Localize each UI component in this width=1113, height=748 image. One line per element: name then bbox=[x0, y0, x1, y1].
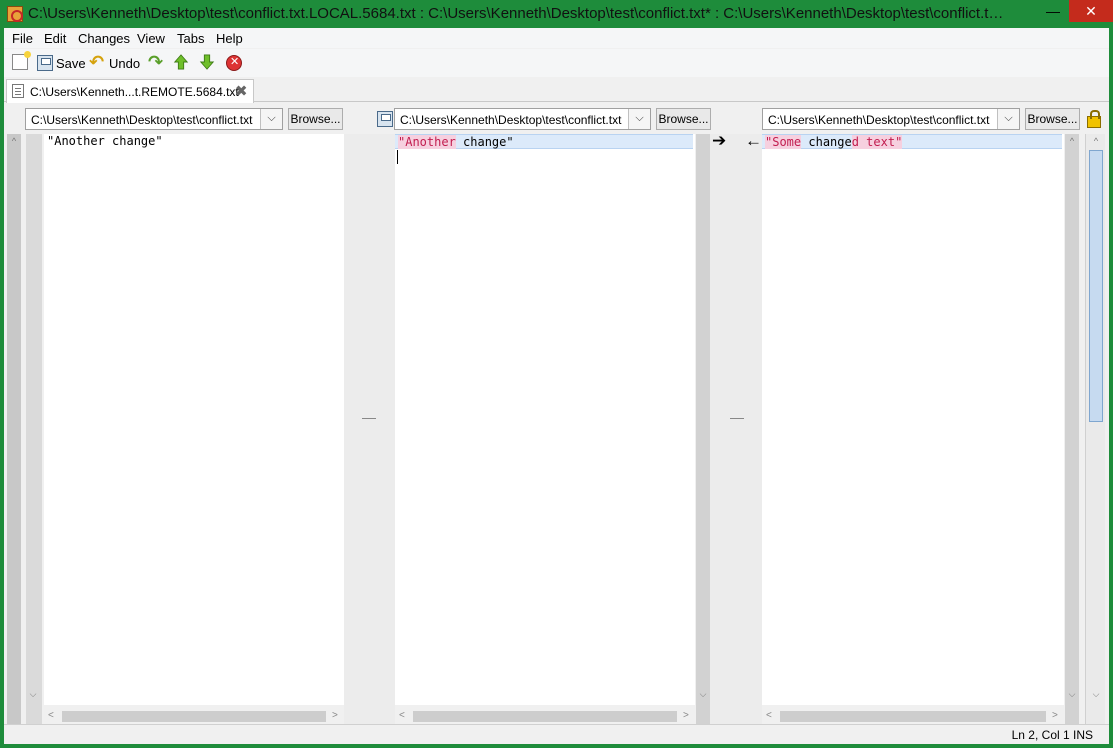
menu-tabs[interactable]: Tabs bbox=[177, 31, 204, 46]
push-left-arrow-icon[interactable]: ← bbox=[745, 132, 762, 150]
toolbar: Save ↶ Undo ↷ bbox=[4, 49, 1109, 77]
right-line-1: "Some changed text" bbox=[762, 134, 1062, 149]
menu-edit[interactable]: Edit bbox=[44, 31, 66, 46]
middle-change-map bbox=[696, 134, 710, 724]
right-editor[interactable]: "Some changed text" bbox=[762, 134, 1064, 705]
app-window: C:\Users\Kenneth\Desktop\test\conflict.t… bbox=[0, 0, 1113, 748]
chevron-left-icon[interactable]: < bbox=[766, 708, 772, 724]
tab-remote[interactable]: C:\Users\Kenneth...t.REMOTE.5684.txt ✖ bbox=[6, 79, 254, 103]
right-link-map bbox=[710, 134, 762, 724]
right-link-marker bbox=[730, 418, 744, 419]
window-title: C:\Users\Kenneth\Desktop\test\conflict.t… bbox=[28, 5, 1008, 22]
chevron-right-icon[interactable]: > bbox=[332, 708, 338, 724]
client-area: File Edit Changes View Tabs Help Save ↶ … bbox=[4, 28, 1109, 744]
right-path-text: C:\Users\Kenneth\Desktop\test\conflict.t… bbox=[768, 113, 990, 127]
chevron-down-icon[interactable]: ⌵ bbox=[696, 687, 710, 701]
lock-icon[interactable] bbox=[1087, 110, 1101, 128]
main-vscroll-thumb[interactable] bbox=[1089, 150, 1103, 422]
right-path-combo[interactable]: C:\Users\Kenneth\Desktop\test\conflict.t… bbox=[762, 108, 1020, 130]
right-browse-button[interactable]: Browse... bbox=[1025, 108, 1080, 130]
left-change-map bbox=[26, 134, 42, 724]
chevron-right-icon[interactable]: > bbox=[683, 708, 689, 724]
minimize-button[interactable]: — bbox=[1038, 0, 1068, 22]
status-bar: Ln 2, Col 1 INS bbox=[4, 724, 1109, 744]
menu-file[interactable]: File bbox=[12, 31, 33, 46]
document-icon bbox=[12, 84, 24, 98]
menu-bar: File Edit Changes View Tabs Help bbox=[4, 28, 1109, 48]
chevron-down-icon[interactable]: ⌵ bbox=[260, 109, 282, 129]
middle-path-text: C:\Users\Kenneth\Desktop\test\conflict.t… bbox=[400, 113, 622, 127]
left-path-combo[interactable]: C:\Users\Kenneth\Desktop\test\conflict.t… bbox=[25, 108, 283, 130]
left-browse-button[interactable]: Browse... bbox=[288, 108, 343, 130]
chevron-up-icon[interactable]: ^ bbox=[7, 134, 21, 148]
tab-close-icon[interactable]: ✖ bbox=[235, 82, 248, 100]
left-editor[interactable]: "Another change" bbox=[44, 134, 344, 705]
next-change-icon[interactable] bbox=[199, 54, 215, 70]
right-hscrollbar[interactable]: < > bbox=[762, 708, 1064, 724]
menu-view[interactable]: View bbox=[137, 31, 165, 46]
chevron-down-icon[interactable]: ⌵ bbox=[26, 687, 40, 701]
right-change-map: ^ bbox=[1065, 134, 1079, 724]
menu-help[interactable]: Help bbox=[216, 31, 243, 46]
chevron-down-icon[interactable]: ⌵ bbox=[1089, 687, 1103, 701]
text-cursor bbox=[397, 150, 398, 164]
chevron-down-icon[interactable]: ⌵ bbox=[1065, 687, 1079, 701]
chevron-down-icon[interactable]: ⌵ bbox=[628, 109, 650, 129]
middle-line-1: "Another change" bbox=[395, 134, 693, 149]
left-line-1: "Another change" bbox=[47, 134, 163, 148]
menu-changes[interactable]: Changes bbox=[78, 31, 130, 46]
previous-change-icon[interactable] bbox=[173, 54, 189, 70]
stop-icon[interactable] bbox=[226, 55, 242, 71]
middle-path-combo[interactable]: C:\Users\Kenneth\Desktop\test\conflict.t… bbox=[394, 108, 651, 130]
middle-hscrollbar[interactable]: < > bbox=[395, 708, 695, 724]
undo-icon[interactable]: ↶ bbox=[89, 53, 105, 71]
left-path-text: C:\Users\Kenneth\Desktop\test\conflict.t… bbox=[31, 113, 253, 127]
undo-button[interactable]: Undo bbox=[109, 56, 140, 71]
close-window-button[interactable]: ✕ bbox=[1069, 0, 1113, 22]
chevron-left-icon[interactable]: < bbox=[48, 708, 54, 724]
chevron-down-icon[interactable]: ⌵ bbox=[997, 109, 1019, 129]
chevron-up-icon[interactable]: ^ bbox=[1089, 134, 1103, 148]
save-icon[interactable] bbox=[37, 55, 53, 71]
right-hscroll-thumb[interactable] bbox=[780, 711, 1046, 722]
push-right-arrow-icon[interactable]: ➔ bbox=[712, 132, 726, 150]
left-scroll-gutter[interactable]: ^ bbox=[7, 134, 21, 724]
chevron-right-icon[interactable]: > bbox=[1052, 708, 1058, 724]
left-link-map bbox=[344, 134, 395, 724]
chevron-left-icon[interactable]: < bbox=[399, 708, 405, 724]
main-vscrollbar[interactable]: ^ ⌵ bbox=[1085, 134, 1105, 724]
redo-icon[interactable]: ↷ bbox=[148, 53, 164, 71]
middle-browse-button[interactable]: Browse... bbox=[656, 108, 711, 130]
tab-label: C:\Users\Kenneth...t.REMOTE.5684.txt bbox=[30, 85, 239, 99]
left-hscrollbar[interactable]: < > bbox=[44, 708, 344, 724]
save-button[interactable]: Save bbox=[56, 56, 86, 71]
new-comparison-icon[interactable] bbox=[12, 51, 31, 70]
middle-hscroll-thumb[interactable] bbox=[413, 711, 677, 722]
middle-editor[interactable]: "Another change" bbox=[395, 134, 695, 705]
meld-app-icon bbox=[7, 6, 23, 22]
left-link-marker bbox=[362, 418, 376, 419]
chevron-up-icon[interactable]: ^ bbox=[1065, 134, 1079, 148]
left-hscroll-thumb[interactable] bbox=[62, 711, 326, 722]
cursor-position-status: Ln 2, Col 1 INS bbox=[1011, 728, 1093, 742]
title-bar[interactable]: C:\Users\Kenneth\Desktop\test\conflict.t… bbox=[0, 0, 1113, 28]
tab-strip: C:\Users\Kenneth...t.REMOTE.5684.txt ✖ bbox=[4, 78, 1109, 103]
save-middle-icon[interactable] bbox=[377, 111, 393, 127]
